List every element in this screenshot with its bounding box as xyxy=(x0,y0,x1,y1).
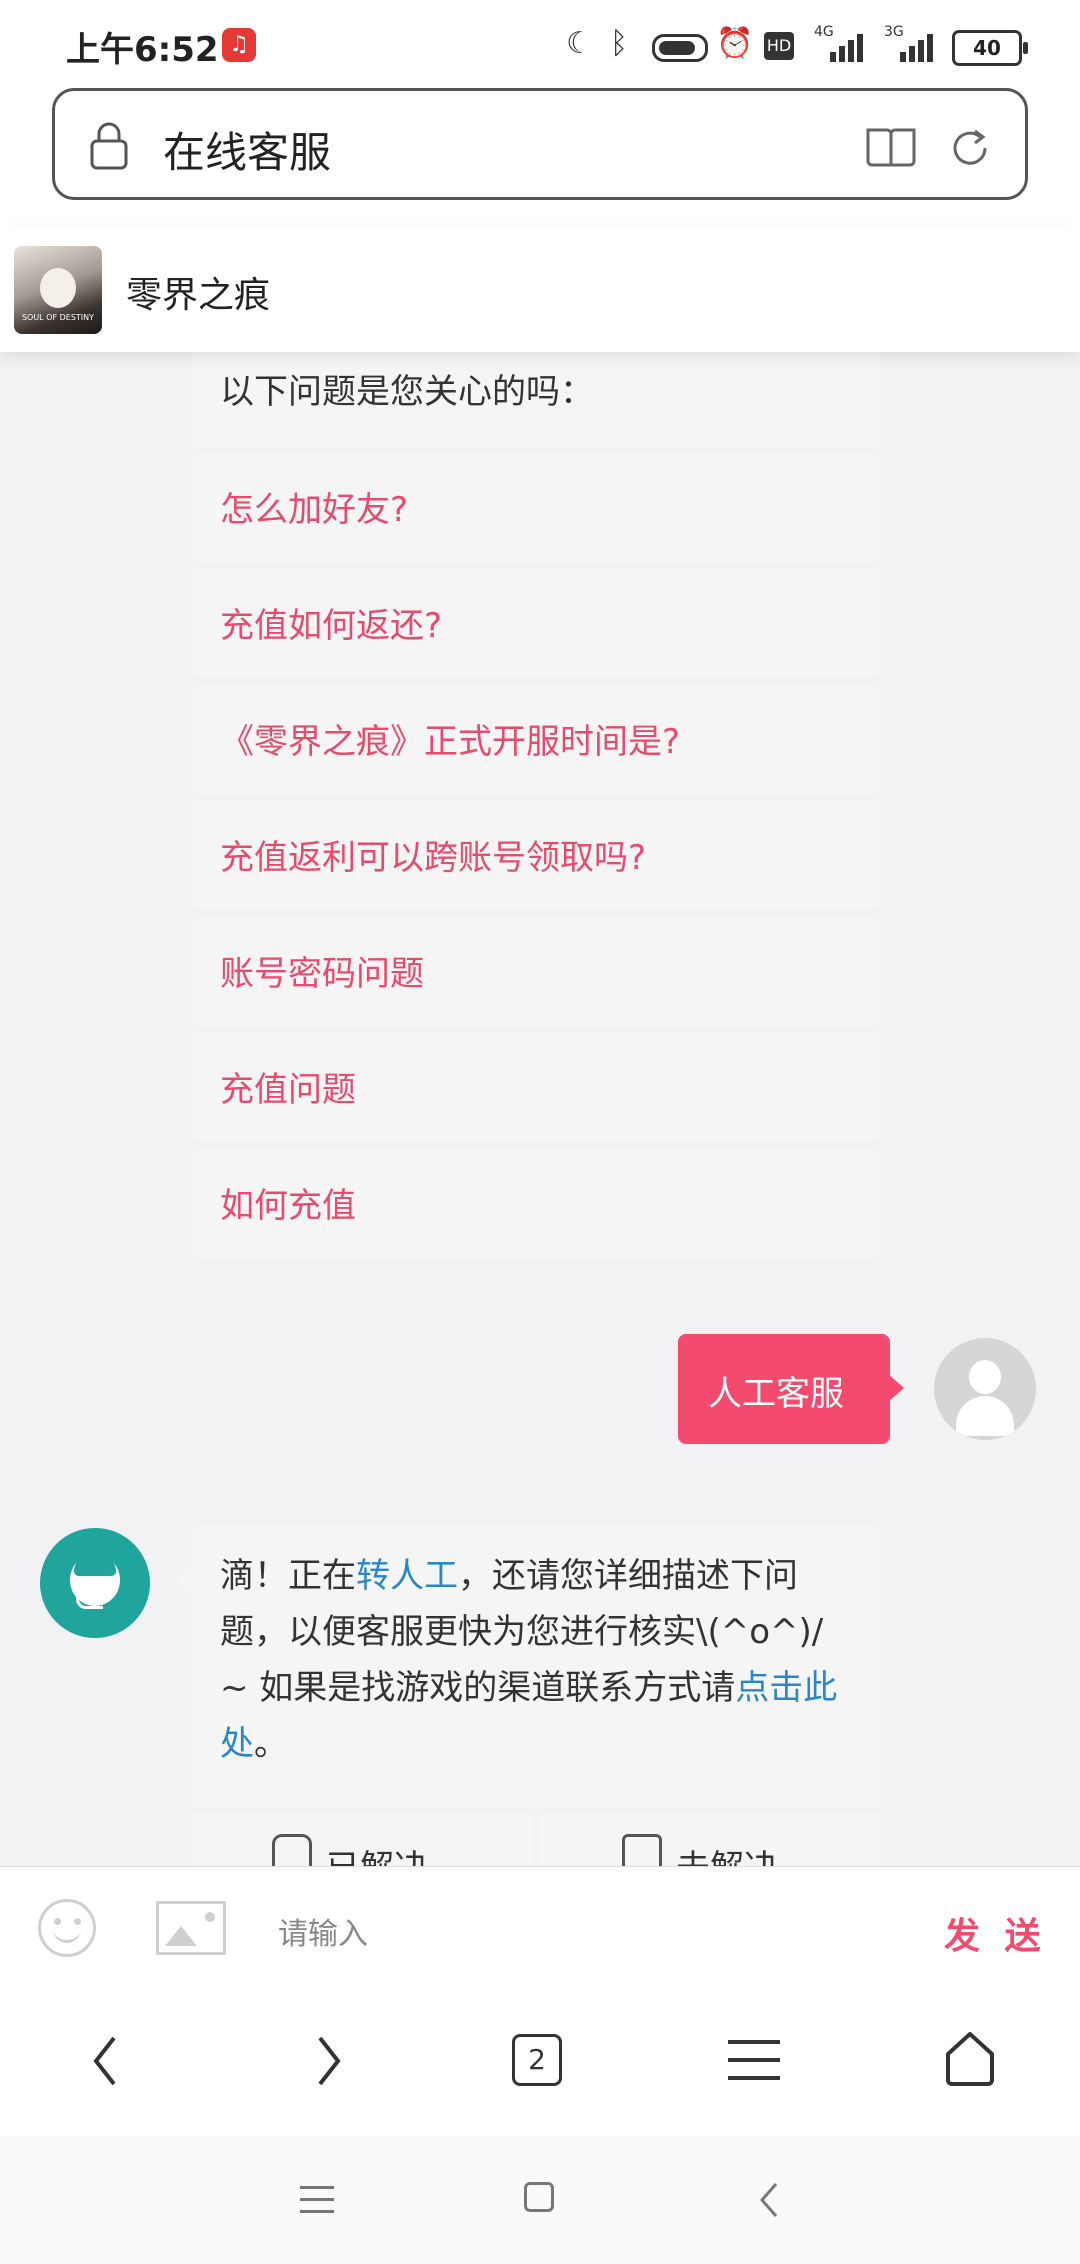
faq-item[interactable]: 怎么加好友? xyxy=(192,452,880,562)
faq-item[interactable]: 充值如何返还? xyxy=(192,568,880,678)
system-nav-bar xyxy=(0,2136,1080,2264)
address-bar[interactable]: 在线客服 xyxy=(52,88,1028,200)
feedback-row: 已解决 未解决 xyxy=(192,1812,880,1866)
faq-label[interactable]: 如何充值 xyxy=(220,1178,356,1227)
reader-mode-icon[interactable] xyxy=(865,125,917,169)
resolved-label: 已解决 xyxy=(326,1840,428,1866)
question-prompt-card: 以下问题是您关心的吗： xyxy=(192,352,880,448)
browser-toolbar: 2 xyxy=(0,1990,1080,2137)
message-input[interactable]: 请输入 xyxy=(278,1909,368,1953)
faq-item[interactable]: 充值问题 xyxy=(192,1032,880,1142)
refresh-icon[interactable] xyxy=(947,125,993,171)
send-button[interactable]: 发 送 xyxy=(944,1907,1047,1959)
transfer-human-link[interactable]: 转人工 xyxy=(356,1556,458,1596)
back-icon[interactable] xyxy=(90,2034,120,2088)
unresolved-button[interactable]: 未解决 xyxy=(538,1812,880,1866)
menu-icon[interactable] xyxy=(728,2038,780,2082)
thumbs-up-icon xyxy=(272,1834,312,1866)
forward-icon[interactable] xyxy=(314,2034,344,2088)
home-nav-icon[interactable] xyxy=(524,2182,554,2212)
agent-message: 滴！正在转人工，还请您详细描述下问题，以便客服更快为您进行核实\(^o^)/~ … xyxy=(220,1556,838,1764)
question-prompt: 以下问题是您关心的吗： xyxy=(220,372,594,412)
page-title: 在线客服 xyxy=(163,128,332,177)
agent-message-bubble: 滴！正在转人工，还请您详细描述下问题，以便客服更快为您进行核实\(^o^)/~ … xyxy=(176,1526,880,1808)
user-message: 人工客服 xyxy=(708,1374,844,1414)
hd-icon: HD xyxy=(764,32,794,60)
home-icon[interactable] xyxy=(942,2030,998,2086)
unresolved-label: 未解决 xyxy=(676,1840,778,1866)
resolved-button[interactable]: 已解决 xyxy=(192,1812,534,1866)
thumbs-down-icon xyxy=(622,1834,662,1866)
game-header: SOUL OF DESTINY 零界之痕 xyxy=(0,226,1080,352)
status-bar: 上午6:52 ♫ ☾ ᛒ ⏰ HD 4G 3G 40 xyxy=(0,0,1080,88)
bluetooth-icon: ᛒ xyxy=(610,26,628,61)
user-message-bubble: 人工客服 xyxy=(678,1334,904,1444)
logo-text: SOUL OF DESTINY xyxy=(21,313,95,322)
netease-music-icon: ♫ xyxy=(222,28,256,62)
emoji-icon[interactable] xyxy=(38,1899,96,1957)
faq-label[interactable]: 充值返利可以跨账号领取吗? xyxy=(220,830,646,879)
faq-label[interactable]: 充值如何返还? xyxy=(220,598,442,647)
game-name: 零界之痕 xyxy=(126,275,271,316)
moon-icon: ☾ xyxy=(566,26,593,61)
chat-area[interactable]: 以下问题是您关心的吗： 怎么加好友? 充值如何返还? 《零界之痕》正式开服时间是… xyxy=(0,352,1080,1866)
faq-label[interactable]: 怎么加好友? xyxy=(220,482,408,531)
back-nav-icon[interactable] xyxy=(756,2180,780,2220)
faq-label[interactable]: 账号密码问题 xyxy=(220,946,424,995)
recent-apps-icon[interactable] xyxy=(300,2186,334,2214)
agent-avatar xyxy=(40,1528,150,1638)
input-bar: 请输入 发 送 xyxy=(0,1866,1080,1992)
faq-item[interactable]: 充值返利可以跨账号领取吗? xyxy=(192,800,880,910)
status-time: 上午6:52 xyxy=(66,30,219,70)
tabs-button[interactable]: 2 xyxy=(512,2034,562,2086)
faq-item[interactable]: 账号密码问题 xyxy=(192,916,880,1026)
alarm-icon: ⏰ xyxy=(716,26,754,61)
faq-item[interactable]: 《零界之痕》正式开服时间是? xyxy=(192,684,880,794)
game-logo: SOUL OF DESTINY xyxy=(14,246,102,334)
user-avatar xyxy=(934,1338,1036,1440)
faq-label[interactable]: 充值问题 xyxy=(220,1062,356,1111)
signal-icon xyxy=(830,32,872,62)
faq-item[interactable]: 如何充值 xyxy=(192,1148,880,1258)
toggle-icon xyxy=(652,34,708,62)
battery-icon: 40 xyxy=(952,30,1028,66)
signal-icon xyxy=(900,32,942,62)
lock-icon xyxy=(90,122,128,170)
image-icon[interactable] xyxy=(156,1901,226,1955)
faq-label[interactable]: 《零界之痕》正式开服时间是? xyxy=(220,714,680,763)
